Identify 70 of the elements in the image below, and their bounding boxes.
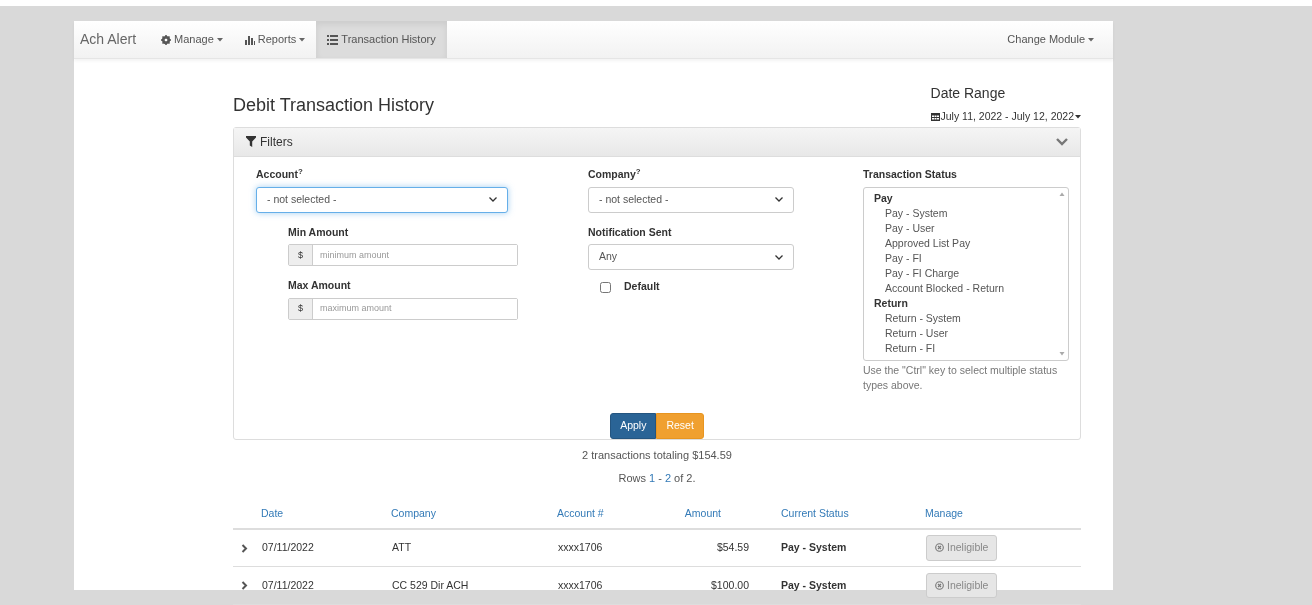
field-label: Max Amount	[288, 278, 352, 294]
page-link[interactable]: 1	[649, 472, 656, 485]
column-header[interactable]: Current Status	[781, 506, 849, 519]
field-label: Account$^{?}$	[256, 166, 304, 182]
field-label: Notification Sent	[588, 224, 673, 240]
option-group-label: Return	[874, 295, 909, 311]
date-range-picker[interactable]: July 11, 2022 - July 12, 2022	[930, 109, 1081, 125]
caret-icon	[775, 197, 783, 202]
table-cell: xxxx1706	[558, 578, 603, 591]
list-option[interactable]: Pay - System	[874, 205, 1058, 221]
option-group-label: Pay	[874, 190, 894, 206]
nav-item[interactable]: Reports	[233, 21, 317, 58]
list-option[interactable]: Pay - FI	[874, 250, 1058, 266]
column-header[interactable]: Company	[391, 506, 436, 519]
nav-item[interactable]: Manage	[150, 21, 234, 58]
table-cell: xxxx1706	[558, 540, 603, 553]
list-option[interactable]: Approved List Pay	[874, 235, 1058, 251]
status-listbox[interactable]: Pay Pay - System Pay - User Approved List Pay Pay - FI Pay - FI Charge Account Blocked - Return Return Return - System Return - User Return - FI	[863, 186, 1069, 361]
nav-item[interactable]: Transaction History	[316, 21, 447, 58]
table-cell: CC 529 Dir ACH	[392, 578, 469, 591]
field-label: Company$^{?}$	[588, 166, 642, 182]
list-option[interactable]: Pay - FI Charge	[874, 265, 1058, 281]
page-link[interactable]: 2	[664, 472, 672, 485]
list-option[interactable]: Return - System	[874, 310, 1058, 326]
table-cell: ATT	[392, 540, 412, 553]
checkbox[interactable]	[600, 281, 611, 293]
brand-name[interactable]: Ach Alert	[74, 21, 151, 58]
select-field[interactable]: - not selected -	[588, 186, 794, 213]
calendar-icon	[930, 112, 940, 122]
date-range-label: Date Range	[930, 84, 1007, 103]
pagination-text: Rows 1 - 2 of 2.	[617, 471, 697, 487]
x-circle-icon	[935, 543, 944, 553]
field-label: Min Amount	[288, 224, 350, 240]
help-text: Use the "Ctrl" key to select multiple status types above.	[863, 362, 1059, 393]
list-option[interactable]: Return - User	[874, 325, 1058, 341]
table-cell: 07/11/2022	[262, 540, 314, 553]
table-cell: 07/11/2022	[262, 578, 314, 591]
table-cell: $100.00	[711, 578, 749, 591]
column-header[interactable]: Account #	[557, 506, 604, 519]
chevron-right-icon[interactable]	[241, 581, 248, 591]
select-field[interactable]: Any	[588, 244, 794, 271]
table-cell: Pay - System	[781, 578, 847, 591]
nav-dropdown[interactable]: Change Module	[996, 21, 1105, 58]
column-header[interactable]: Amount	[684, 506, 721, 519]
list-icon	[327, 34, 339, 45]
gear-icon	[161, 34, 172, 45]
column-header[interactable]: Manage	[925, 506, 963, 519]
caret-icon	[489, 197, 497, 202]
column-header[interactable]: Date	[261, 506, 284, 519]
table-cell: Pay - System	[781, 540, 847, 553]
table-cell: $54.59	[716, 540, 749, 553]
chevron-right-icon[interactable]	[241, 543, 248, 553]
bar-chart-icon	[244, 34, 255, 45]
checkbox-label: Default	[624, 279, 660, 295]
page-title: Debit Transaction History	[233, 95, 435, 117]
caret-icon	[1075, 114, 1081, 119]
amount-field[interactable]: $ maximum amount	[288, 298, 518, 320]
filters-header[interactable]: Filters	[234, 127, 1080, 157]
list-option[interactable]: Pay - User	[874, 220, 1058, 236]
field-label: Transaction Status	[863, 166, 958, 182]
x-circle-icon	[935, 581, 944, 590]
filters-title: Filters	[260, 133, 293, 151]
apply-button[interactable]: Apply	[610, 413, 657, 439]
amount-field[interactable]: $ minimum amount	[288, 244, 518, 267]
summary-text: 2 transactions totaling $154.59	[581, 447, 733, 463]
caret-icon	[775, 254, 783, 260]
select-field[interactable]: - not selected -	[256, 186, 508, 213]
list-option[interactable]: Return - FI	[874, 340, 1058, 356]
list-option[interactable]: Account Blocked - Return	[874, 280, 1058, 296]
filter-icon	[246, 136, 256, 148]
